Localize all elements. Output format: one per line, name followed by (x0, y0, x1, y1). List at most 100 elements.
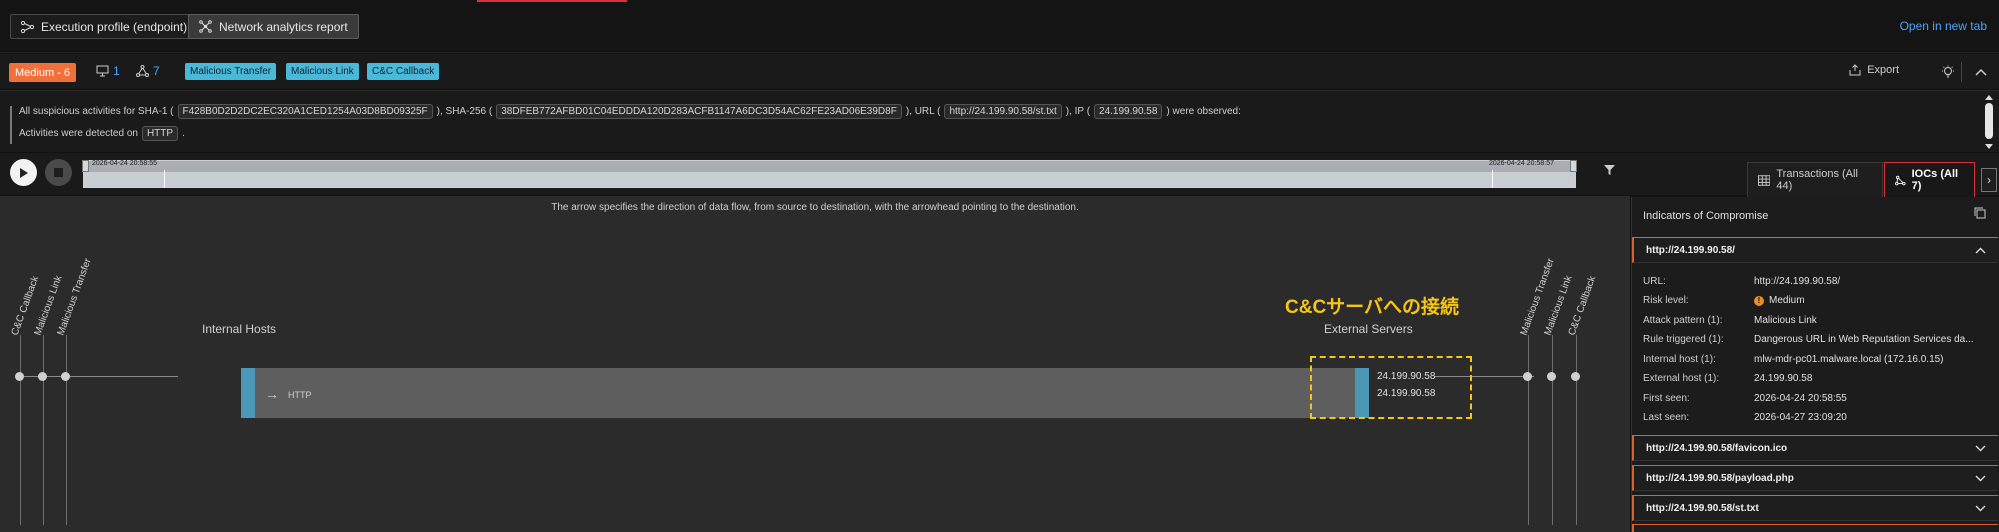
field-key: Last seen: (1643, 412, 1690, 423)
description-line-1: All suspicious activities for SHA-1 ( F4… (19, 104, 1241, 119)
tab-label: Network analytics report (219, 19, 348, 34)
filter-button[interactable] (1603, 164, 1616, 179)
timeline-start-handle[interactable] (82, 160, 89, 172)
field-key: First seen: (1643, 393, 1690, 404)
tab-execution-profile[interactable]: Execution profile (endpoint) (10, 14, 199, 39)
risk-level-text: Medium (1769, 295, 1805, 306)
ioc-item-partial (1632, 524, 1998, 532)
category-line (43, 335, 44, 525)
field-value: Dangerous URL in Web Reputation Services… (1754, 334, 1974, 345)
tag-cc-callback: C&C Callback (367, 63, 440, 80)
desc-text: . (182, 128, 185, 139)
ioc-url: http://24.199.90.58/favicon.ico (1646, 442, 1788, 454)
category-node[interactable] (1547, 372, 1556, 381)
field-key: URL: (1643, 276, 1666, 287)
timeline-marker (1492, 170, 1493, 188)
tab-scroll-right-button[interactable]: › (1981, 168, 1997, 192)
share-nodes-icon (21, 20, 34, 33)
tag-malicious-link: Malicious Link (286, 63, 359, 80)
ioc-item[interactable]: http://24.199.90.58/favicon.ico (1632, 435, 1998, 461)
category-node[interactable] (1523, 372, 1532, 381)
timeline-range (84, 172, 1575, 187)
category-line (20, 335, 21, 525)
severity-badge: Medium - 6 (9, 63, 77, 82)
panel-title: Indicators of Compromise (1643, 210, 1769, 222)
description-scrollbar[interactable] (1983, 94, 1995, 150)
tab-label: Execution profile (endpoint) (41, 19, 188, 34)
category-node[interactable] (38, 372, 47, 381)
tab-transactions[interactable]: Transactions (All 44) (1747, 162, 1883, 198)
field-value: 2026-04-24 20:58:55 (1754, 393, 1847, 404)
endpoint-count-value: 1 (113, 64, 120, 78)
endpoint-count[interactable]: 1 (96, 64, 120, 78)
desc-text: ), SHA-256 ( (436, 106, 493, 117)
sha256-chip[interactable]: 38DFEB772AFBD01C04EDDDA120D283ACFB1147A6… (496, 104, 902, 119)
timeline-end-label: 2026-04-24 20:58:57 (1489, 160, 1554, 167)
sha1-chip[interactable]: F428B0D2D2DC2EC320A1CED1254A03D8BD09325F (177, 104, 433, 119)
tab-iocs[interactable]: IOCs (All 7) (1884, 162, 1975, 198)
collapse-header-button[interactable] (1971, 62, 1991, 82)
tag-malicious-transfer: Malicious Transfer (185, 63, 277, 80)
internal-hosts-label: Internal Hosts (202, 322, 277, 336)
copy-button[interactable] (1974, 207, 1986, 222)
export-button[interactable]: Export (1849, 64, 1899, 76)
ioc-url: http://24.199.90.58/payload.php (1646, 472, 1794, 484)
export-label: Export (1867, 64, 1899, 76)
ioc-item[interactable]: http://24.199.90.58/payload.php (1632, 465, 1998, 491)
category-line (66, 335, 67, 525)
node-count-value: 7 (153, 64, 160, 78)
warning-icon: ! (1754, 295, 1764, 306)
timeline-marker (164, 170, 165, 188)
ip-chip[interactable]: 24.199.90.58 (1094, 104, 1163, 119)
field-value[interactable]: mlw-mdr-pc01.malware.local (172.16.0.15) (1754, 354, 1944, 365)
nodes-icon (1895, 175, 1906, 185)
network-icon (199, 20, 212, 33)
play-button[interactable] (10, 159, 37, 186)
tab-label: IOCs (All 7) (1911, 168, 1959, 192)
field-value: 2026-04-27 23:09:20 (1754, 412, 1847, 423)
url-chip[interactable]: http://24.199.90.58/st.txt (944, 104, 1062, 119)
category-node[interactable] (61, 372, 70, 381)
monitor-icon (96, 65, 109, 77)
internal-host-node[interactable] (241, 368, 255, 418)
risk-level-value: ! Medium (1754, 295, 1805, 306)
theme-toggle-button[interactable] (1938, 62, 1958, 82)
flow-protocol: HTTP (288, 390, 312, 400)
desc-text: ), IP ( (1065, 106, 1091, 117)
timeline-end-handle[interactable] (1570, 160, 1577, 172)
bulb-icon (1942, 65, 1954, 78)
table-icon (1758, 174, 1771, 186)
category-line (1552, 335, 1553, 525)
chevron-up-icon (1975, 247, 1986, 253)
arrow-right-icon: → (265, 386, 279, 402)
desc-text: ), URL ( (905, 106, 941, 117)
node-count[interactable]: 7 (136, 64, 160, 78)
data-flow-band[interactable] (241, 368, 1369, 418)
field-key: Attack pattern (1): (1643, 315, 1723, 326)
category-node[interactable] (15, 372, 24, 381)
chevron-right-icon: › (1987, 173, 1991, 187)
field-key: Rule triggered (1): (1643, 334, 1724, 345)
ioc-url: http://24.199.90.58/st.txt (1646, 502, 1759, 514)
desc-text: ) were observed: (1166, 106, 1241, 117)
ioc-item[interactable]: http://24.199.90.58/st.txt (1632, 495, 1998, 521)
open-in-new-tab-link[interactable]: Open in new tab (1900, 19, 1987, 33)
export-icon (1849, 64, 1861, 76)
desc-text: All suspicious activities for SHA-1 ( (19, 106, 174, 117)
ioc-url: http://24.199.90.58/ (1646, 244, 1735, 256)
filter-icon (1604, 165, 1615, 175)
stop-button[interactable] (45, 159, 72, 186)
tab-network-analytics[interactable]: Network analytics report (188, 14, 359, 39)
category-node[interactable] (1571, 372, 1580, 381)
protocol-chip[interactable]: HTTP (141, 126, 179, 141)
stop-icon (54, 168, 63, 177)
field-value[interactable]: 24.199.90.58 (1754, 373, 1812, 384)
chevron-down-icon (1975, 505, 1986, 511)
field-value: Malicious Link (1754, 315, 1817, 326)
field-value: http://24.199.90.58/ (1754, 276, 1841, 287)
tab-label: Transactions (All 44) (1776, 168, 1858, 192)
field-key: External host (1): (1643, 373, 1720, 384)
timeline-start-label: 2026-04-24 20:58:55 (92, 160, 157, 167)
chevron-up-icon (1975, 68, 1987, 76)
ioc-item-expanded[interactable]: http://24.199.90.58/ (1632, 237, 1998, 263)
